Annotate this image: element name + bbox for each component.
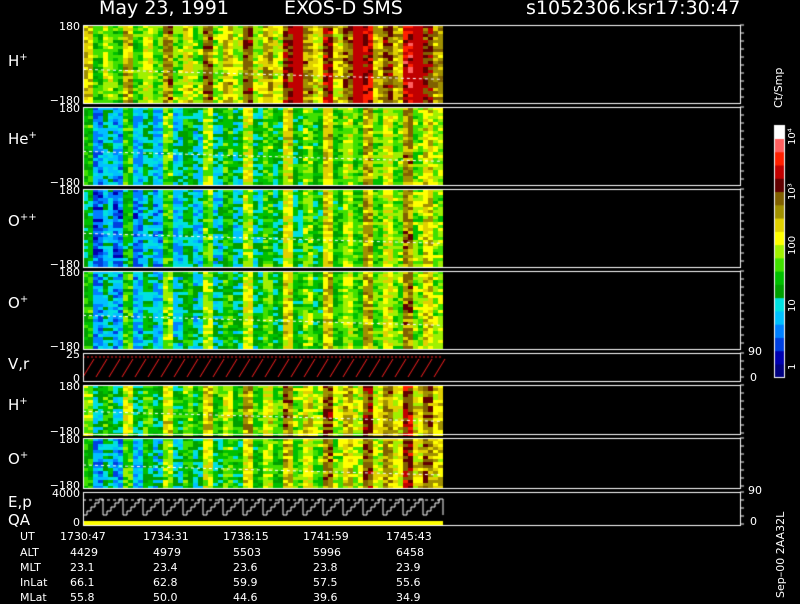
ut-cell: 1741:59	[303, 530, 349, 543]
ut-cell: 6458	[396, 546, 424, 559]
panel-label-o-plusplus: O++	[8, 212, 37, 230]
panel-label-h-plus: H+	[8, 52, 28, 70]
ut-cell: 23.4	[153, 561, 178, 574]
ut-cell: 59.9	[233, 576, 258, 589]
ut-cell: 62.8	[153, 576, 178, 589]
instrument-title: EXOS-D SMS	[284, 0, 403, 19]
ut-cell: 4429	[70, 546, 98, 559]
colorbar-tick: 10	[787, 299, 798, 312]
ut-cell: 1738:15	[223, 530, 269, 543]
ut-cell: 5503	[233, 546, 261, 559]
ut-row-label: InLat	[20, 576, 48, 589]
colorbar-tick: 10⁴	[787, 128, 798, 145]
ytick-max-vr: 25	[66, 348, 80, 361]
ut-cell: 55.8	[70, 591, 95, 604]
colorbar-unit: Ct/Smp	[772, 67, 785, 108]
time-title: 17:30:47	[655, 0, 741, 19]
ut-cell: 1730:47	[60, 530, 106, 543]
ut-cell: 39.6	[313, 591, 338, 604]
ytick-max-h-plus: 180	[59, 20, 80, 33]
right-tick-top-ep: 90	[748, 484, 762, 497]
ut-cell: 44.6	[233, 591, 258, 604]
right-tick-top-vr: 90	[748, 345, 762, 358]
panel-label-ep: E,p	[8, 493, 32, 511]
ytick-max-he-plus: 180	[59, 102, 80, 115]
spectrogram-canvas	[0, 0, 800, 600]
ut-cell: 57.5	[313, 576, 338, 589]
ut-cell: 5996	[313, 546, 341, 559]
panel-label-h-plus-2: H+	[8, 396, 28, 414]
ut-cell: 66.1	[70, 576, 95, 589]
file-title: s1052306.ksr	[526, 0, 656, 19]
ut-cell: 34.9	[396, 591, 421, 604]
ut-cell: 1745:43	[386, 530, 432, 543]
right-tick-bot-vr: 0	[750, 371, 757, 384]
ut-cell: 23.9	[396, 561, 421, 574]
ut-cell: 23.1	[70, 561, 95, 574]
ytick-max-ep: 4000	[52, 487, 80, 500]
ut-row-label: ALT	[20, 546, 39, 559]
panel-label-o-plus: O+	[8, 294, 29, 312]
side-note: Sep–00 2AA32L	[774, 511, 787, 598]
ut-cell: 23.6	[233, 561, 258, 574]
ut-cell: 4979	[153, 546, 181, 559]
ut-cell: 1734:31	[143, 530, 189, 543]
ytick-max-o-plusplus: 180	[59, 184, 80, 197]
panel-label-o-plus-2: O+	[8, 450, 29, 468]
panel-label-vr: V,r	[8, 355, 30, 373]
colorbar-tick: 1	[787, 363, 798, 370]
right-tick-bot-ep: 0	[750, 515, 757, 528]
ut-cell: 55.6	[396, 576, 421, 589]
ut-cell: 23.8	[313, 561, 338, 574]
ytick-max-o-plus-2: 180	[59, 433, 80, 446]
ytick-max-h-plus-2: 180	[59, 380, 80, 393]
panel-label-he-plus: He+	[8, 130, 37, 148]
colorbar-tick: 10³	[787, 183, 798, 200]
ut-row-label: UT	[20, 530, 35, 543]
ut-row-label: MLat	[20, 591, 47, 604]
ut-row-label: MLT	[20, 561, 41, 574]
panel-label-qa: QA	[8, 511, 31, 529]
date-title: May 23, 1991	[99, 0, 229, 19]
ut-cell: 50.0	[153, 591, 178, 604]
ytick-max-o-plus: 180	[59, 266, 80, 279]
colorbar-tick: 100	[787, 235, 798, 255]
ytick-min-ep: 0	[73, 516, 80, 529]
